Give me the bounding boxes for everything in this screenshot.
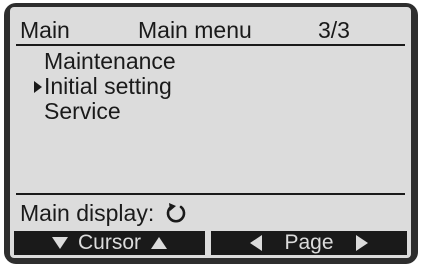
page-right-icon[interactable] [355,235,368,251]
lcd-screen: Main Main menu 3/3 Maintenance Initial s… [10,7,411,258]
cursor-down-icon[interactable] [51,237,68,249]
menu-item-initial-setting[interactable]: Initial setting [10,74,411,99]
page-softkeys[interactable]: Page [211,231,407,255]
menu-item-maintenance[interactable]: Maintenance [10,49,411,74]
menu-item-label: Service [44,98,121,124]
page-softkey-label: Page [284,231,334,254]
cursor-softkeys[interactable]: Cursor [14,231,205,255]
footer-divider [16,193,405,195]
menu-item-label: Maintenance [44,48,176,74]
main-display-hint: Main display: [20,199,187,227]
cursor-up-icon[interactable] [151,237,167,249]
main-display-label: Main display: [20,200,155,226]
menu-item-label: Initial setting [44,73,172,99]
page-indicator: 3/3 [318,17,350,43]
page-title: Main menu [138,17,252,43]
return-arrow-icon [166,203,185,223]
cursor-arrow-icon [34,81,42,93]
cursor-softkey-label: Cursor [77,231,141,254]
header-divider [16,44,405,46]
softkey-bar: Cursor Page [14,231,407,255]
page-left-icon[interactable] [250,235,263,251]
menu-item-service[interactable]: Service [10,99,411,124]
header-main-label: Main [20,17,70,43]
menu-list: Maintenance Initial setting Service [10,49,411,124]
